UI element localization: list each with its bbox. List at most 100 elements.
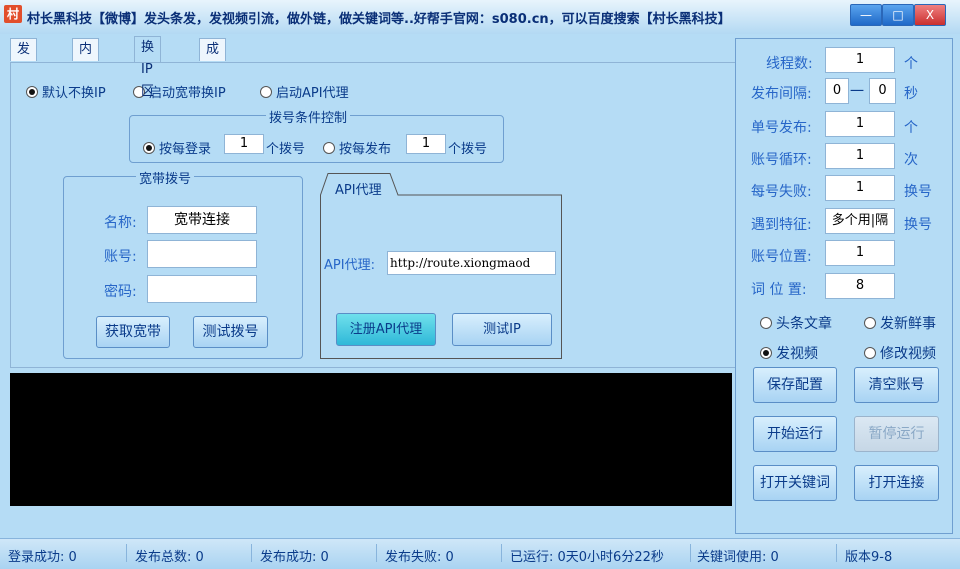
radio-label: 启动宽带换IP — [149, 86, 226, 101]
feature-unit: 换号 — [904, 217, 932, 233]
change-ip-panel: 默认不换IP 启动宽带换IP 启动API代理 拨号条件控制 按每登录 1 个拨号… — [10, 62, 736, 368]
word-position-label: 词 位 置: — [751, 282, 807, 298]
api-proxy-input[interactable]: http://route.xiongmaod — [387, 251, 556, 275]
radio-post-news[interactable]: 发新鲜事 — [864, 313, 936, 333]
tab-publish[interactable]: 发布区 — [10, 38, 38, 101]
account-loop-input[interactable]: 1 — [825, 143, 895, 169]
status-runtime: 已运行: 0天0小时6分22秒 — [510, 550, 664, 565]
fail-per-account-unit: 换号 — [904, 184, 932, 200]
radio-label: 默认不换IP — [42, 86, 106, 101]
radio-label: 启动API代理 — [276, 86, 349, 101]
status-total: 发布总数: 0 — [135, 550, 204, 565]
get-broadband-button[interactable]: 获取宽带 — [96, 316, 170, 348]
tab-success-links[interactable]: 成功的链接 — [199, 38, 227, 145]
settings-panel: 线程数: 1 个 发布间隔: 0 一 0 秒 单号发布: 1 个 账号循环: 1… — [735, 38, 953, 534]
radio-api-proxy[interactable]: 启动API代理 — [260, 82, 349, 101]
per-publish-suffix: 个拨号 — [448, 142, 488, 157]
radio-no-ip-change[interactable]: 默认不换IP — [26, 82, 106, 101]
radio-dot — [323, 142, 335, 154]
radio-dot — [143, 142, 155, 154]
single-publish-label: 单号发布: — [751, 120, 812, 136]
per-publish-count-input[interactable]: 1 — [406, 134, 446, 154]
radio-dot — [760, 347, 772, 359]
radio-edit-video[interactable]: 修改视频 — [864, 343, 936, 363]
register-api-proxy-button[interactable]: 注册API代理 — [336, 313, 436, 346]
dial-control-title: 拨号条件控制 — [266, 107, 351, 126]
open-links-button[interactable]: 打开连接 — [854, 465, 939, 501]
api-proxy-label: API代理: — [324, 258, 375, 273]
account-position-input[interactable]: 1 — [825, 240, 895, 266]
single-publish-unit: 个 — [904, 120, 918, 136]
status-version: 版本9-8 — [845, 550, 893, 565]
minimize-button[interactable]: — — [850, 4, 882, 26]
tab-change-ip[interactable]: 换IP区 — [134, 36, 162, 99]
api-proxy-tab-label: API代理 — [335, 183, 382, 198]
threads-input[interactable]: 1 — [825, 47, 895, 73]
broadband-group: 宽带拨号 名称: 宽带连接 账号: 密码: 获取宽带 测试拨号 — [63, 168, 303, 359]
radio-dot — [760, 317, 772, 329]
fail-per-account-input[interactable]: 1 — [825, 175, 895, 201]
interval-unit: 秒 — [904, 86, 918, 102]
radio-label: 按每发布 — [339, 142, 392, 157]
account-loop-label: 账号循环: — [751, 152, 812, 168]
radio-post-video[interactable]: 发视频 — [760, 343, 818, 363]
radio-per-publish[interactable]: 按每发布 — [323, 138, 391, 157]
dial-control-group: 拨号条件控制 按每登录 1 个拨号 按每发布 1 个拨号 — [129, 107, 504, 163]
radio-dot — [864, 347, 876, 359]
account-position-label: 账号位置: — [751, 249, 812, 265]
threads-label: 线程数: — [766, 56, 813, 72]
test-ip-button[interactable]: 测试IP — [452, 313, 552, 346]
radio-label: 发新鲜事 — [880, 316, 936, 332]
status-divider — [501, 544, 502, 562]
interval-min-input[interactable]: 0 — [825, 78, 849, 104]
status-bar: 登录成功: 0 发布总数: 0 发布成功: 0 发布失败: 0 已运行: 0天0… — [0, 538, 960, 569]
broadband-password-input[interactable] — [147, 275, 257, 303]
test-dial-button[interactable]: 测试拨号 — [193, 316, 268, 348]
tab-content[interactable]: 内容区 — [72, 38, 100, 101]
log-console — [10, 373, 732, 506]
window-title: 村长黑科技【微博】发头条发，发视频引流，做外链，做关键词等..好帮手官网：s08… — [27, 12, 731, 27]
interval-label: 发布间隔: — [751, 86, 812, 102]
radio-per-login[interactable]: 按每登录 — [143, 138, 211, 157]
per-login-suffix: 个拨号 — [266, 142, 306, 157]
status-login: 登录成功: 0 — [8, 550, 77, 565]
interval-max-input[interactable]: 0 — [869, 78, 896, 104]
radio-dot — [260, 86, 272, 98]
clear-accounts-button[interactable]: 清空账号 — [854, 367, 939, 403]
radio-label: 头条文章 — [776, 316, 832, 332]
radio-dot — [864, 317, 876, 329]
broadband-name-label: 名称: — [104, 215, 137, 231]
radio-dot — [26, 86, 38, 98]
broadband-password-label: 密码: — [104, 284, 137, 300]
save-config-button[interactable]: 保存配置 — [753, 367, 837, 403]
status-divider — [376, 544, 377, 562]
app-icon: 村 — [4, 5, 22, 23]
threads-unit: 个 — [904, 56, 918, 72]
fail-per-account-label: 每号失败: — [751, 184, 812, 200]
status-divider — [836, 544, 837, 562]
broadband-account-input[interactable] — [147, 240, 257, 268]
broadband-name-input[interactable]: 宽带连接 — [147, 206, 257, 234]
pause-run-button[interactable]: 暂停运行 — [854, 416, 939, 452]
feature-input[interactable]: 多个用|隔 — [825, 208, 895, 234]
main-window: 村 村长黑科技【微博】发头条发，发视频引流，做外链，做关键词等..好帮手官网：s… — [0, 0, 960, 569]
status-keywords: 关键词使用: 0 — [697, 550, 779, 565]
radio-label: 发视频 — [776, 346, 818, 362]
radio-label: 按每登录 — [159, 142, 212, 157]
interval-dash: 一 — [850, 84, 864, 100]
radio-headline-article[interactable]: 头条文章 — [760, 313, 832, 333]
status-divider — [126, 544, 127, 562]
radio-label: 修改视频 — [880, 346, 936, 362]
status-divider — [690, 544, 691, 562]
status-success: 发布成功: 0 — [260, 550, 329, 565]
open-keywords-button[interactable]: 打开关键词 — [753, 465, 837, 501]
maximize-button[interactable]: □ — [882, 4, 914, 26]
account-loop-unit: 次 — [904, 152, 918, 168]
single-publish-input[interactable]: 1 — [825, 111, 895, 137]
start-run-button[interactable]: 开始运行 — [753, 416, 837, 452]
title-bar: 村 村长黑科技【微博】发头条发，发视频引流，做外链，做关键词等..好帮手官网：s… — [0, 0, 960, 34]
per-login-count-input[interactable]: 1 — [224, 134, 264, 154]
close-button[interactable]: X — [914, 4, 946, 26]
status-fail: 发布失败: 0 — [385, 550, 454, 565]
word-position-input[interactable]: 8 — [825, 273, 895, 299]
